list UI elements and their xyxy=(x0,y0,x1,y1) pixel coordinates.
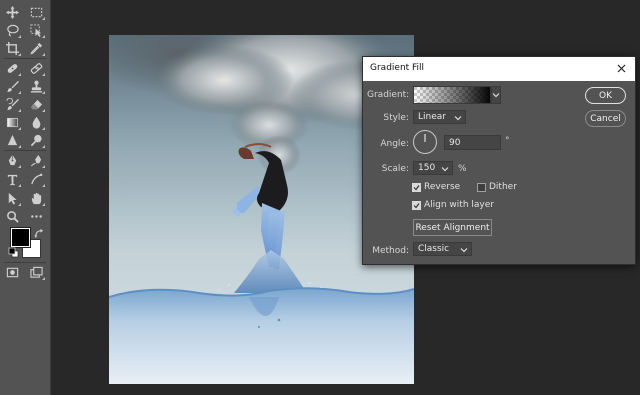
pen-tool[interactable] xyxy=(4,152,21,169)
dialog-title: Gradient Fill xyxy=(370,63,425,73)
burn-tool[interactable] xyxy=(4,132,21,149)
marquee-tool[interactable] xyxy=(28,4,45,21)
move-tool[interactable] xyxy=(4,4,21,21)
swap-colors-button[interactable] xyxy=(33,227,45,239)
default-colors-icon xyxy=(8,247,19,258)
reset-alignment-button[interactable]: Reset Alignment xyxy=(413,219,492,236)
lasso-tool[interactable] xyxy=(4,22,21,39)
brush-tool[interactable] xyxy=(4,78,21,95)
scale-input[interactable]: 150 xyxy=(413,161,453,175)
close-button[interactable] xyxy=(613,60,629,76)
align-with-layer-checkbox[interactable] xyxy=(412,201,421,210)
pen-freeform-tool[interactable] xyxy=(28,171,45,188)
method-label: Method: xyxy=(372,246,409,256)
object-select-tool[interactable] xyxy=(28,22,45,39)
angle-dial[interactable] xyxy=(413,130,437,154)
scale-label: Scale: xyxy=(381,164,409,174)
close-icon xyxy=(617,64,625,72)
style-select-value: Linear xyxy=(418,112,446,122)
gradient-label: Gradient: xyxy=(367,90,410,100)
foreground-color-swatch[interactable] xyxy=(11,228,30,247)
reverse-label[interactable]: Reverse xyxy=(424,182,460,192)
dialog-titlebar[interactable]: Gradient Fill xyxy=(363,57,635,81)
hand-tool[interactable] xyxy=(28,190,45,207)
cancel-button[interactable]: Cancel xyxy=(585,110,626,127)
scale-input-value: 150 xyxy=(418,163,436,173)
gradient-swatch-preview xyxy=(414,87,490,103)
gradient-dropdown-button[interactable] xyxy=(491,86,501,104)
more-icon xyxy=(31,215,42,218)
gradient-fill-dialog: Gradient Fill Gradient: Style: Linear An… xyxy=(362,56,636,265)
screen-mode-button[interactable] xyxy=(28,264,45,281)
tools-panel xyxy=(0,0,51,395)
angle-input[interactable]: 90 xyxy=(444,135,501,150)
more-tools[interactable] xyxy=(28,208,45,225)
style-label: Style: xyxy=(383,113,409,123)
move-icon xyxy=(6,6,19,19)
healing-brush-tool[interactable] xyxy=(4,60,21,77)
gradient-tool[interactable] xyxy=(4,114,21,131)
check-icon xyxy=(413,185,420,191)
freeform-pen-tool[interactable] xyxy=(28,152,45,169)
reset-alignment-label: Reset Alignment xyxy=(415,222,490,233)
chevron-down-icon xyxy=(492,93,500,98)
reverse-checkbox[interactable] xyxy=(412,183,421,192)
clone-stamp-tool[interactable] xyxy=(28,78,45,95)
blur-tool[interactable] xyxy=(28,114,45,131)
angle-unit: ° xyxy=(505,136,510,146)
swap-arrows-icon xyxy=(33,228,43,238)
gradient-preview[interactable] xyxy=(413,86,491,104)
scale-unit: % xyxy=(458,164,467,174)
cancel-label: Cancel xyxy=(590,113,621,124)
chevron-down-icon xyxy=(460,248,468,253)
chevron-down-icon xyxy=(441,167,449,172)
path-select-tool[interactable] xyxy=(4,190,21,207)
crop-tool[interactable] xyxy=(4,40,21,57)
check-icon xyxy=(413,203,420,209)
quick-mask-button[interactable] xyxy=(4,264,21,281)
angle-label: Angle: xyxy=(380,139,409,149)
dodge-tool[interactable] xyxy=(28,132,45,149)
history-brush-tool[interactable] xyxy=(4,96,21,113)
dither-checkbox[interactable] xyxy=(477,183,486,192)
ok-button[interactable]: OK xyxy=(585,87,626,104)
dither-label[interactable]: Dither xyxy=(489,182,517,192)
default-colors-button[interactable] xyxy=(8,247,19,258)
type-tool[interactable] xyxy=(4,171,21,188)
chevron-down-icon xyxy=(454,116,462,121)
method-select[interactable]: Classic xyxy=(413,242,472,256)
angle-dial-indicator xyxy=(424,134,426,142)
zoom-tool[interactable] xyxy=(4,208,21,225)
eraser-tool[interactable] xyxy=(28,96,45,113)
angle-input-value: 90 xyxy=(449,138,461,148)
patch-tool[interactable] xyxy=(28,60,45,77)
eyedropper-tool[interactable] xyxy=(28,40,45,57)
style-select[interactable]: Linear xyxy=(413,110,466,124)
ok-label: OK xyxy=(599,90,612,101)
quick-mask-icon xyxy=(6,267,19,278)
zoom-icon xyxy=(7,211,19,223)
align-with-layer-label[interactable]: Align with layer xyxy=(424,200,494,210)
method-select-value: Classic xyxy=(418,244,450,254)
